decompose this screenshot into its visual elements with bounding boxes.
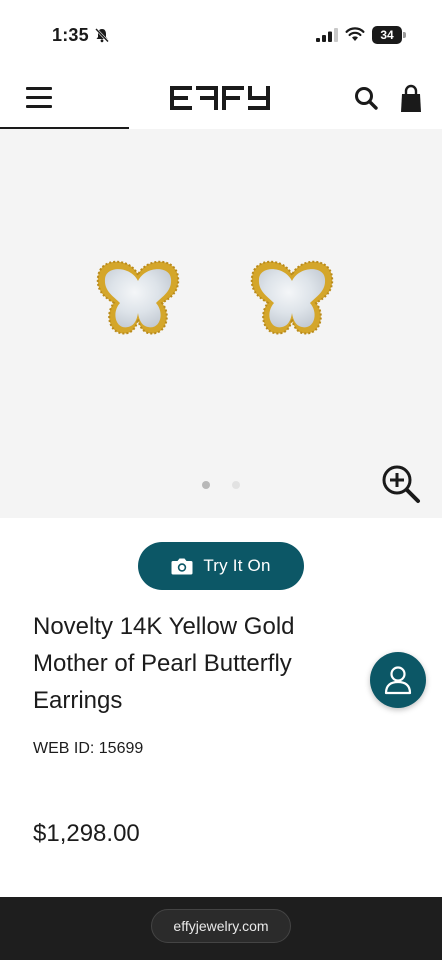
silent-bell-icon [95,28,109,43]
address-bar[interactable]: effyjewelry.com [151,909,291,943]
carousel-dot-1[interactable] [202,481,210,489]
product-web-id: WEB ID: 15699 [33,740,144,757]
battery-indicator: 34 [372,26,406,44]
effy-logo[interactable] [170,84,272,112]
menu-icon-line [26,87,52,90]
account-button[interactable] [370,652,426,708]
product-image-gallery[interactable] [0,129,442,518]
site-header [0,68,442,128]
carousel-dot-2[interactable] [232,481,240,489]
battery-cap [403,32,406,38]
shopping-bag-button[interactable] [398,84,424,114]
user-icon [384,666,412,695]
product-image [96,260,334,335]
menu-icon-line [26,105,52,108]
menu-icon-line [26,96,52,99]
zoom-in-icon [382,465,420,503]
battery-level: 34 [372,26,402,44]
try-it-on-label: Try It On [203,556,271,575]
cellular-signal-icon [316,28,338,42]
browser-bottom-bar: effyjewelry.com [0,897,442,960]
status-bar: 1:35 34 [0,0,442,68]
search-icon [355,87,378,110]
shopping-bag-icon [401,84,421,112]
wifi-icon [345,27,365,41]
search-button[interactable] [352,84,382,114]
camera-icon [171,558,193,575]
menu-button[interactable] [22,83,58,111]
product-price: $1,298.00 [33,820,140,847]
product-title: Novelty 14K Yellow Gold Mother of Pearl … [33,613,295,714]
try-it-on-button[interactable]: Try It On [138,542,304,590]
status-time: 1:35 [52,25,89,45]
zoom-button[interactable] [380,463,422,505]
